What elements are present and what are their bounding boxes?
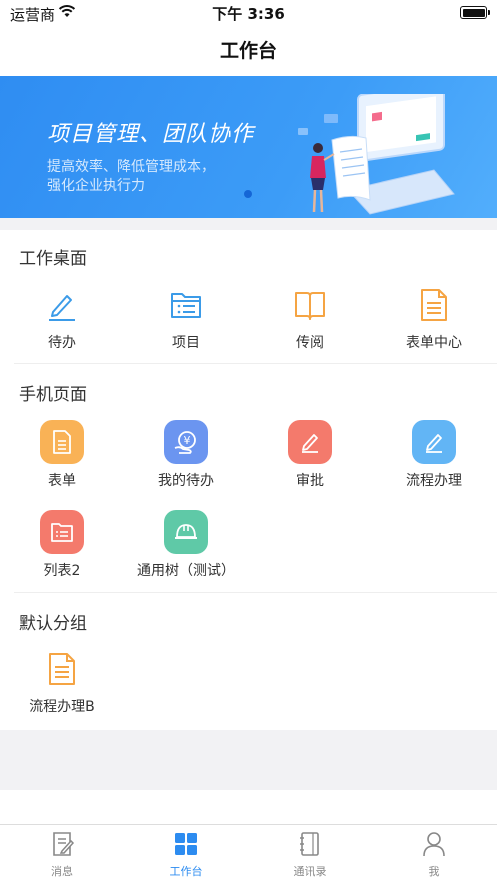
form-icon	[40, 420, 84, 464]
folder-list-icon	[40, 510, 84, 554]
banner-subtitle-line2: 强化企业执行力	[47, 178, 145, 194]
tab-label: 我	[428, 865, 440, 878]
nav-bar: 工作台	[0, 26, 497, 76]
person-icon	[423, 832, 445, 857]
mobile-item-label: 审批	[296, 473, 324, 489]
status-bar: 运营商 下午 3:36	[0, 0, 497, 26]
mobile-item-label: 表单	[48, 473, 76, 489]
workspace-card: 工作桌面 待办 项目 传阅 表单中心 手机页面 表单 ¥ 我的待办 审批 流程办…	[0, 230, 497, 730]
section-title-mobile-pages: 手机页面	[19, 385, 87, 405]
workdesk-item-label: 传阅	[296, 335, 324, 351]
mobile-item-list2[interactable]: 列表2	[0, 510, 124, 580]
section-divider	[14, 363, 497, 364]
workdesk-item-label: 待办	[48, 335, 76, 351]
mobile-item-label: 流程办理	[406, 473, 462, 489]
tab-workspace[interactable]: 工作台	[124, 831, 248, 879]
pencil-icon	[49, 295, 75, 321]
mobile-item-my-todo[interactable]: ¥ 我的待办	[124, 420, 248, 490]
tab-me[interactable]: 我	[372, 831, 496, 879]
mobile-item-label: 我的待办	[158, 473, 214, 489]
section-divider	[14, 592, 497, 593]
tab-messages[interactable]: 消息	[0, 831, 124, 879]
workdesk-item-todo[interactable]: 待办	[0, 288, 124, 352]
workdesk-item-label: 表单中心	[406, 335, 462, 351]
spacer	[0, 790, 497, 824]
mobile-item-form[interactable]: 表单	[0, 420, 124, 490]
workdesk-item-circulate[interactable]: 传阅	[248, 288, 372, 352]
tab-label: 通讯录	[293, 865, 327, 878]
grid-icon	[175, 833, 197, 855]
message-icon	[53, 832, 75, 856]
mobile-item-label: 通用树（测试）	[137, 563, 235, 579]
default-item-process-b[interactable]: 流程办理B	[0, 652, 124, 716]
document-icon	[49, 653, 75, 685]
approve-pencil-icon	[288, 420, 332, 464]
page-title: 工作台	[219, 40, 277, 62]
helmet-icon	[164, 510, 208, 554]
contacts-icon	[300, 832, 319, 856]
workdesk-item-form-center[interactable]: 表单中心	[372, 288, 496, 352]
folder-list-icon	[171, 293, 201, 318]
carousel-indicator-dot[interactable]	[244, 190, 252, 198]
document-icon	[421, 289, 447, 321]
default-item-label: 流程办理B	[29, 699, 95, 715]
mobile-item-general-tree[interactable]: 通用树（测试）	[124, 510, 248, 580]
mobile-item-label: 列表2	[43, 563, 81, 579]
process-pencil-icon	[412, 420, 456, 464]
promo-banner[interactable]: 项目管理、团队协作 提高效率、降低管理成本， 强化企业执行力	[0, 76, 497, 218]
mobile-item-approve[interactable]: 审批	[248, 420, 372, 490]
tab-label: 工作台	[169, 865, 203, 878]
yen-hand-icon: ¥	[164, 420, 208, 464]
spacer	[0, 730, 497, 790]
section-title-work-desktop: 工作桌面	[19, 249, 87, 269]
workdesk-item-project[interactable]: 项目	[124, 288, 248, 352]
battery-icon	[460, 6, 490, 19]
banner-headline: 项目管理、团队协作	[47, 122, 255, 147]
clock: 下午 3:36	[212, 5, 285, 23]
banner-illustration	[298, 94, 455, 215]
workdesk-item-label: 项目	[172, 335, 200, 351]
tab-label: 消息	[51, 865, 73, 878]
tab-bar: 消息 工作台 通讯录 我	[0, 824, 497, 883]
mobile-item-process[interactable]: 流程办理	[372, 420, 496, 490]
svg-text:¥: ¥	[184, 434, 191, 447]
tab-contacts[interactable]: 通讯录	[248, 831, 372, 879]
banner-subtitle-line1: 提高效率、降低管理成本，	[47, 159, 215, 175]
book-icon	[295, 292, 325, 320]
section-title-default-group: 默认分组	[19, 614, 87, 634]
